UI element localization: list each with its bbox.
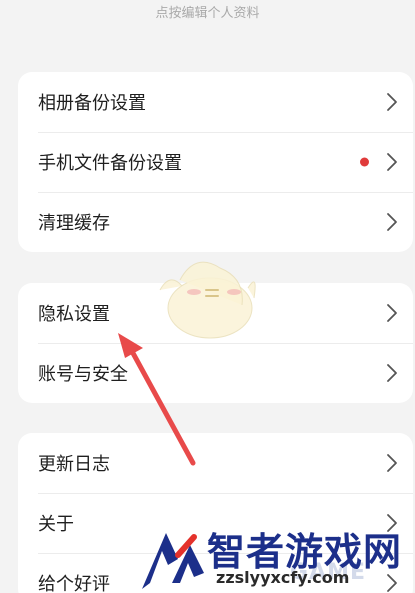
row-label: 账号与安全 <box>38 364 128 385</box>
account-security-row[interactable]: 账号与安全 <box>18 343 413 403</box>
chick-mascot-icon <box>159 261 256 339</box>
chevron-right-icon <box>387 153 397 171</box>
row-label: 相册备份设置 <box>38 93 146 114</box>
phone-file-backup-settings-row[interactable]: 手机文件备份设置 <box>18 132 413 192</box>
chevron-right-icon <box>387 454 397 472</box>
watermark-url: zzslyyxcfy.com <box>216 568 350 587</box>
chevron-right-icon <box>387 304 397 322</box>
row-label: 更新日志 <box>38 454 110 475</box>
row-label: 给个好评 <box>38 574 110 593</box>
row-label: 隐私设置 <box>38 304 110 325</box>
chevron-right-icon <box>387 93 397 111</box>
chevron-right-icon <box>387 213 397 231</box>
edit-profile-hint[interactable]: 点按编辑个人资料 <box>0 2 415 21</box>
album-backup-settings-row[interactable]: 相册备份设置 <box>18 72 413 132</box>
red-dot-badge <box>360 157 369 167</box>
update-log-row[interactable]: 更新日志 <box>18 433 413 493</box>
row-label: 手机文件备份设置 <box>38 153 182 174</box>
watermark-logo-icon <box>142 533 204 589</box>
chevron-right-icon <box>387 364 397 382</box>
row-label: 关于 <box>38 514 74 535</box>
row-label: 清理缓存 <box>38 213 110 234</box>
backup-settings-group: 相册备份设置 手机文件备份设置 清理缓存 <box>18 72 413 252</box>
clear-cache-row[interactable]: 清理缓存 <box>18 192 413 252</box>
